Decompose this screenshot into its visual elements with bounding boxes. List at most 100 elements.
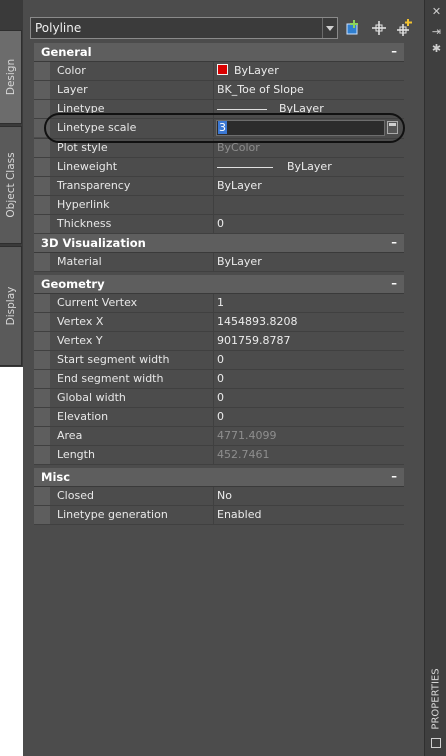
property-label: Closed <box>50 487 214 505</box>
property-label: Global width <box>50 389 214 407</box>
property-label: Transparency <box>50 177 214 195</box>
color-value: ByLayer <box>234 64 279 77</box>
row-gutter <box>34 506 50 524</box>
row-gutter <box>34 332 50 350</box>
property-row-lineweight[interactable]: Lineweight ByLayer <box>34 158 404 177</box>
property-value[interactable]: 0 <box>215 370 404 388</box>
tab-display[interactable]: Display <box>0 246 22 366</box>
palette-title-bar[interactable]: ✕ ⇥ ✱ PROPERTIES <box>424 0 446 756</box>
select-objects-icon[interactable] <box>370 19 388 37</box>
linetype-preview <box>217 108 267 110</box>
category-geometry[interactable]: Geometry – <box>34 275 404 294</box>
property-row-end-segment-width[interactable]: End segment width 0 <box>34 370 404 389</box>
property-row-elevation[interactable]: Elevation 0 <box>34 408 404 427</box>
property-value[interactable]: 0 <box>215 389 404 407</box>
close-icon[interactable]: ✕ <box>431 6 442 17</box>
property-row-vertex-x[interactable]: Vertex X 1454893.8208 <box>34 313 404 332</box>
property-value[interactable]: 0 <box>215 215 404 233</box>
property-value[interactable]: ByLayer <box>215 62 404 80</box>
property-label: Linetype generation <box>50 506 214 524</box>
property-row-plot-style: Plot style ByColor <box>34 139 404 158</box>
property-value[interactable]: BK_Toe of Slope <box>215 81 404 99</box>
row-gutter <box>34 215 50 233</box>
property-row-hyperlink[interactable]: Hyperlink <box>34 196 404 215</box>
category-general[interactable]: General – <box>34 43 404 62</box>
property-row-transparency[interactable]: Transparency ByLayer <box>34 177 404 196</box>
linetype-scale-input[interactable]: 3 <box>216 120 385 136</box>
property-label: Lineweight <box>50 158 214 176</box>
property-label: Hyperlink <box>50 196 214 214</box>
property-value[interactable]: 1454893.8208 <box>215 313 404 331</box>
property-value[interactable]: ByLayer <box>215 158 404 176</box>
property-label: Current Vertex <box>50 294 214 312</box>
property-label: Length <box>50 446 214 464</box>
property-value[interactable]: Enabled <box>215 506 404 524</box>
palette-menu-icon[interactable] <box>431 738 441 748</box>
row-gutter <box>34 294 50 312</box>
tab-area-background <box>0 367 23 756</box>
property-label: Start segment width <box>50 351 214 369</box>
tab-design[interactable]: Design <box>0 30 22 124</box>
category-title: 3D Visualization <box>41 236 146 250</box>
property-label: Material <box>50 253 214 271</box>
property-row-current-vertex[interactable]: Current Vertex 1 <box>34 294 404 313</box>
property-value[interactable]: ByLayer <box>215 177 404 195</box>
property-value[interactable]: ByLayer <box>215 100 404 118</box>
row-gutter <box>34 427 50 445</box>
category-title: Geometry <box>41 277 105 291</box>
row-gutter <box>34 253 50 271</box>
selected-text: 3 <box>218 121 227 134</box>
property-value[interactable] <box>215 196 404 214</box>
color-swatch <box>217 64 228 75</box>
collapse-icon[interactable]: – <box>391 44 397 58</box>
category-title: General <box>41 45 92 59</box>
category-misc[interactable]: Misc – <box>34 468 404 487</box>
row-gutter <box>34 81 50 99</box>
property-row-thickness[interactable]: Thickness 0 <box>34 215 404 234</box>
lineweight-preview <box>217 166 273 168</box>
property-value[interactable]: 0 <box>215 408 404 426</box>
calculator-icon[interactable] <box>387 121 398 134</box>
category-3d-visualization[interactable]: 3D Visualization – <box>34 234 404 253</box>
row-gutter <box>34 62 50 80</box>
tab-object-class[interactable]: Object Class <box>0 126 22 244</box>
lineweight-value: ByLayer <box>287 160 332 173</box>
property-label: Layer <box>50 81 214 99</box>
collapse-icon[interactable]: – <box>391 235 397 249</box>
property-value[interactable]: 1 <box>215 294 404 312</box>
object-type-dropdown[interactable]: Polyline <box>30 17 338 39</box>
row-gutter <box>34 370 50 388</box>
properties-palette: Design Object Class Display Polyline Gen… <box>0 0 446 756</box>
property-value[interactable]: No <box>215 487 404 505</box>
property-row-vertex-y[interactable]: Vertex Y 901759.8787 <box>34 332 404 351</box>
property-value: 4771.4099 <box>217 429 277 442</box>
row-gutter <box>34 389 50 407</box>
property-value[interactable]: ByLayer <box>215 253 404 271</box>
collapse-icon[interactable]: – <box>391 469 397 483</box>
row-gutter <box>34 119 50 137</box>
property-row-length: Length 452.7461 <box>34 446 404 465</box>
property-row-linetype-generation[interactable]: Linetype generation Enabled <box>34 506 404 525</box>
palette-properties-icon[interactable]: ✱ <box>431 43 442 54</box>
property-value[interactable]: 0 <box>215 351 404 369</box>
collapse-icon[interactable]: – <box>391 276 397 290</box>
property-value: 452.7461 <box>217 448 270 461</box>
property-label: Thickness <box>50 215 214 233</box>
property-row-color[interactable]: Color ByLayer <box>34 62 404 81</box>
property-label: Area <box>50 427 214 445</box>
property-row-linetype[interactable]: Linetype ByLayer <box>34 100 404 119</box>
chevron-down-icon[interactable] <box>322 18 337 38</box>
property-row-closed[interactable]: Closed No <box>34 487 404 506</box>
property-row-start-segment-width[interactable]: Start segment width 0 <box>34 351 404 370</box>
object-type-value: Polyline <box>35 21 82 35</box>
quick-select-icon[interactable] <box>345 19 363 37</box>
property-value[interactable]: 901759.8787 <box>215 332 404 350</box>
property-label: Elevation <box>50 408 214 426</box>
tab-design-label: Design <box>4 58 17 96</box>
property-row-global-width[interactable]: Global width 0 <box>34 389 404 408</box>
auto-hide-icon[interactable]: ⇥ <box>431 26 442 37</box>
property-row-material[interactable]: Material ByLayer <box>34 253 404 272</box>
property-row-layer[interactable]: Layer BK_Toe of Slope <box>34 81 404 100</box>
property-row-linetype-scale[interactable]: Linetype scale 3 <box>34 119 404 139</box>
toggle-pickadd-icon[interactable] <box>395 19 413 37</box>
